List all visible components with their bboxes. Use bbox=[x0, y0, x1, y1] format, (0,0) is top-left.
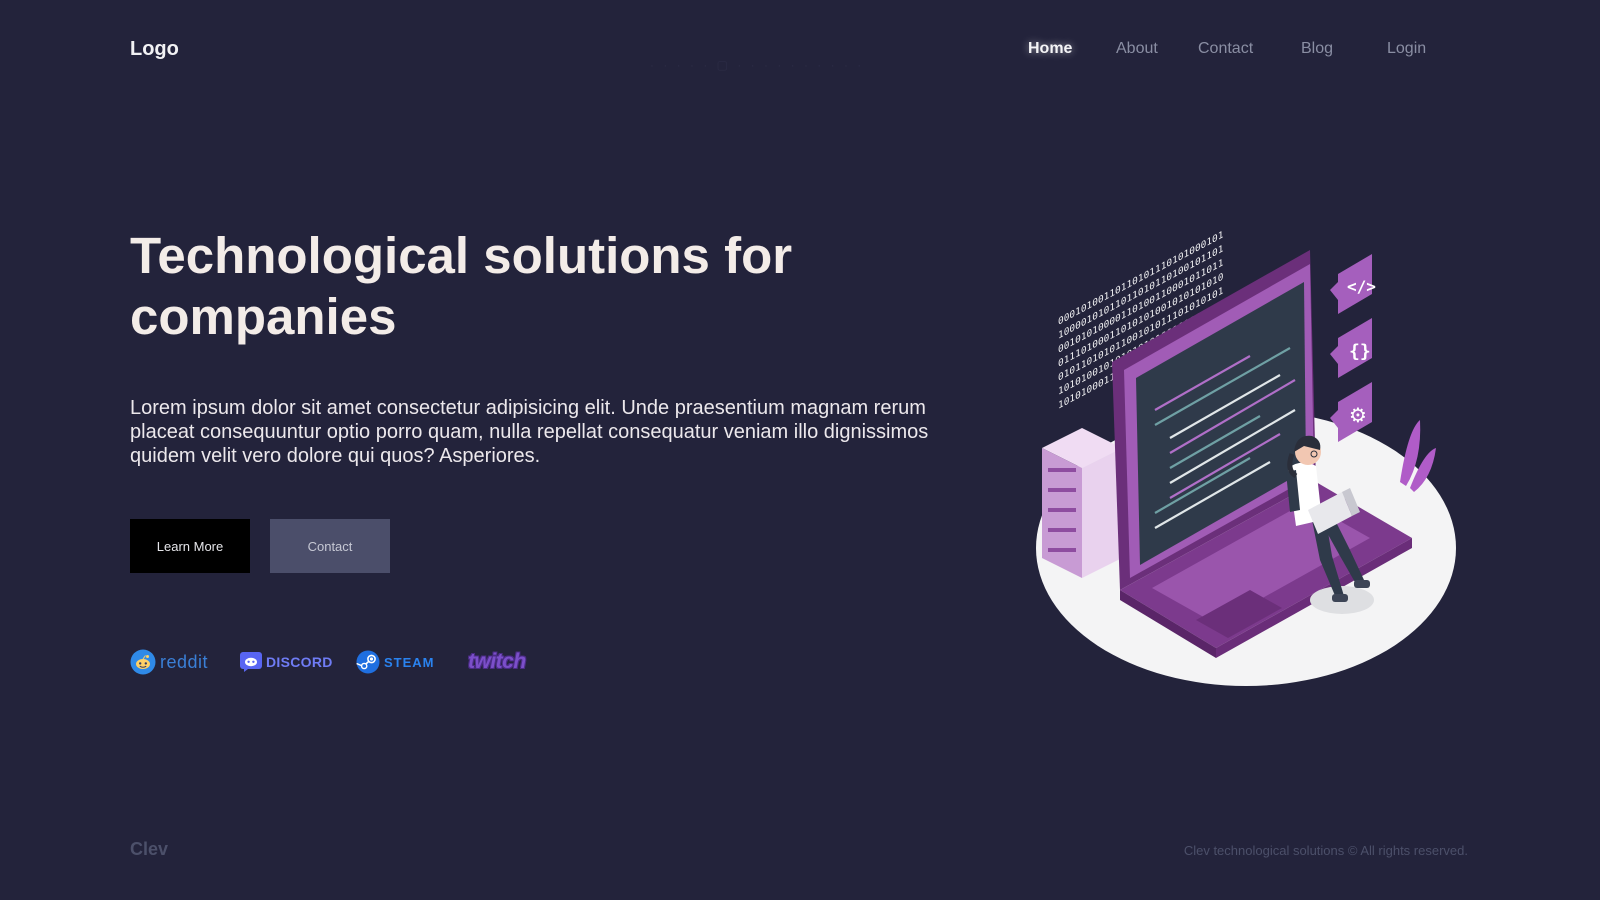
footer-brand: Clev bbox=[130, 839, 169, 859]
svg-text:⚙: ⚙ bbox=[1349, 403, 1367, 427]
twitch-wordmark: twitch bbox=[468, 650, 526, 673]
partner-twitch[interactable]: twitch bbox=[468, 649, 526, 675]
contact-button[interactable]: Contact bbox=[270, 519, 390, 573]
plant-decoration bbox=[1400, 420, 1436, 492]
learn-more-button[interactable]: Learn More bbox=[130, 519, 250, 573]
hero-illustration: 00010100110110101110101000101 1000010101… bbox=[1036, 230, 1456, 686]
discord-wordmark: DISCORD bbox=[266, 654, 333, 670]
nav-home[interactable]: Home bbox=[1028, 40, 1072, 58]
partner-reddit[interactable]: reddit bbox=[130, 649, 208, 675]
landing-page: Logo · · · · · ▢ · · · · · · · · · · Hom… bbox=[0, 0, 1600, 900]
nav-blog[interactable]: Blog bbox=[1301, 40, 1333, 58]
reddit-icon bbox=[130, 649, 156, 675]
discord-icon bbox=[240, 652, 262, 672]
steam-icon bbox=[356, 650, 380, 674]
main-nav: Home About Contact Blog Login bbox=[1020, 40, 1480, 62]
reddit-wordmark: reddit bbox=[160, 651, 209, 672]
nav-contact[interactable]: Contact bbox=[1198, 40, 1253, 58]
braces-icon: {} bbox=[1330, 318, 1372, 378]
hero-title: Technological solutions for companies bbox=[130, 227, 793, 345]
svg-text:</>: </> bbox=[1347, 277, 1376, 296]
partner-steam[interactable]: STEAM bbox=[356, 649, 435, 675]
nav-login[interactable]: Login bbox=[1387, 40, 1426, 58]
decorative-watermark: · · · · · ▢ · · · · · · · · · · bbox=[650, 58, 865, 72]
steam-wordmark: STEAM bbox=[384, 654, 435, 670]
footer-copyright: Clev technological solutions © All right… bbox=[1183, 843, 1468, 858]
nav-about[interactable]: About bbox=[1116, 40, 1158, 58]
svg-text:{}: {} bbox=[1349, 341, 1371, 362]
hero-description: Lorem ipsum dolor sit amet consectetur a… bbox=[130, 397, 929, 467]
partner-discord[interactable]: DISCORD bbox=[240, 649, 333, 675]
server-stack bbox=[1042, 428, 1122, 578]
code-tag-icon: </> bbox=[1330, 254, 1376, 314]
logo[interactable]: Logo bbox=[130, 38, 179, 61]
